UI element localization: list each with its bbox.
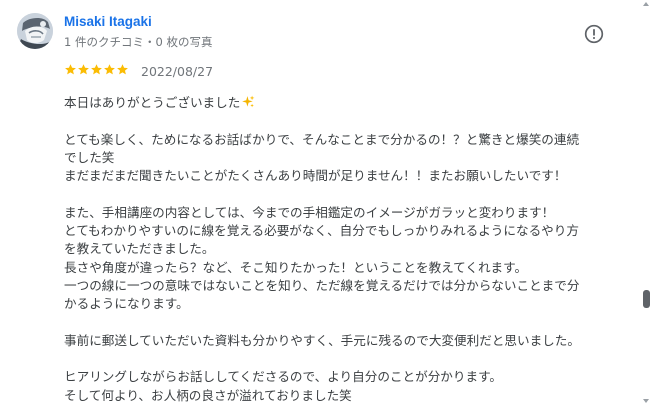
review-text-line: そして何より、お人柄の良さが溢れておりました笑 — [64, 387, 352, 403]
reviewer-meta[interactable]: 1 件のクチコミ・0 枚の写真 — [64, 34, 212, 50]
star-rating — [64, 63, 129, 76]
review-text: 本日はありがとうございました とても楽しく、ためになるお話ばかりで、そんなことまで… — [64, 94, 639, 405]
review-text-line: 事前に郵送していただいた資料も分かりやすく、手元に残るので大変便利だと思いました… — [64, 332, 580, 348]
review-text-line: 長さや角度が違ったら？など、そこ知りたかった！ということを教えてくれます。 — [64, 259, 528, 275]
review-text-line: 本日はありがとうございました — [64, 94, 639, 112]
scroll-down-arrow-icon[interactable] — [643, 399, 649, 403]
review-text-line: また、手相講座の内容としては、今までの手相鑑定のイメージがガラッと変わります！ — [64, 204, 555, 220]
review-card: Misaki Itagaki 1 件のクチコミ・0 枚の写真 2022/08/2… — [0, 0, 640, 406]
star-icon — [78, 64, 89, 75]
review-text-line: かるようになります。 — [64, 296, 189, 312]
scrollbar-track[interactable] — [641, 0, 652, 406]
review-text-line: とても楽しく、ためになるお話ばかりで、そんなことまで分かるの！？と驚きと爆笑の連… — [64, 131, 580, 147]
star-icon — [117, 64, 128, 75]
scrollbar-thumb[interactable] — [643, 290, 650, 308]
report-button[interactable] — [583, 23, 605, 45]
review-date: 2022/08/27 — [141, 64, 214, 79]
star-icon — [104, 64, 115, 75]
star-icon — [65, 64, 76, 75]
sparkle-emoji-icon — [242, 95, 255, 108]
reviewer-avatar-icon — [17, 13, 53, 49]
review-text-line: 一つの線に一つの意味ではないことを知り、ただ線を覚えるだけでは分からないことまで… — [64, 277, 580, 293]
reviewer-name[interactable]: Misaki Itagaki — [64, 14, 152, 29]
review-text-line: ヒアリングしながらお話ししてくださるので、より自分のことが分かります。 — [64, 369, 503, 385]
star-icon — [91, 64, 102, 75]
report-flag-icon — [584, 24, 604, 44]
review-text-line: でした笑 — [64, 149, 115, 165]
scroll-up-arrow-icon[interactable] — [643, 2, 649, 6]
reviewer-avatar[interactable] — [17, 13, 53, 49]
review-text-line: とてもわかりやすいのに線を覚える必要がなく、自分でもしっかりみれるようになるやり… — [64, 223, 579, 239]
review-text-line: を教えていただきました。 — [64, 241, 215, 257]
review-text-line: まだまだまだ聞きたいことがたくさんあり時間が足りません！！またお願いしたいです！ — [64, 168, 567, 184]
